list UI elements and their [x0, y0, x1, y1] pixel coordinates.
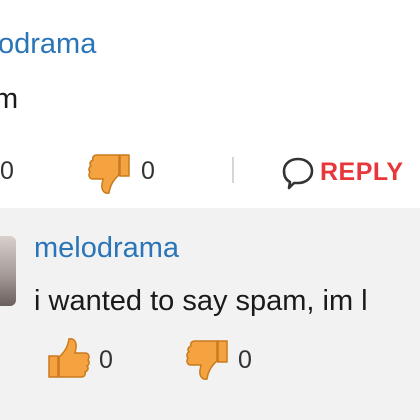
comment-text: i wanted to say spam, im l — [34, 285, 368, 317]
reply-label: REPLY — [320, 157, 404, 186]
avatar[interactable] — [0, 236, 16, 306]
reply-comment: melodrama i wanted to say spam, im l 0 0 — [0, 208, 420, 420]
downvote-count: 0 — [238, 346, 252, 374]
upvote-count: 0 — [0, 157, 14, 185]
thumbs-down-icon — [186, 340, 228, 380]
thumbs-down-icon — [88, 154, 130, 194]
speech-bubble-icon — [282, 157, 314, 190]
upvote-button[interactable] — [46, 336, 92, 380]
comment-text: m — [0, 83, 19, 115]
downvote-button[interactable] — [184, 338, 230, 382]
reply-button[interactable]: REPLY — [280, 152, 404, 192]
upvote-count: 0 — [99, 346, 113, 374]
thumbs-up-icon — [48, 338, 90, 378]
comment-thread: odrama m 0 0 REPLY melodrama i wanted to… — [0, 0, 420, 420]
actions-divider — [232, 157, 234, 183]
comment-author-link[interactable]: odrama — [0, 30, 96, 59]
downvote-button[interactable] — [86, 152, 132, 196]
comment-author-link[interactable]: melodrama — [34, 234, 179, 263]
downvote-count: 0 — [141, 157, 155, 185]
